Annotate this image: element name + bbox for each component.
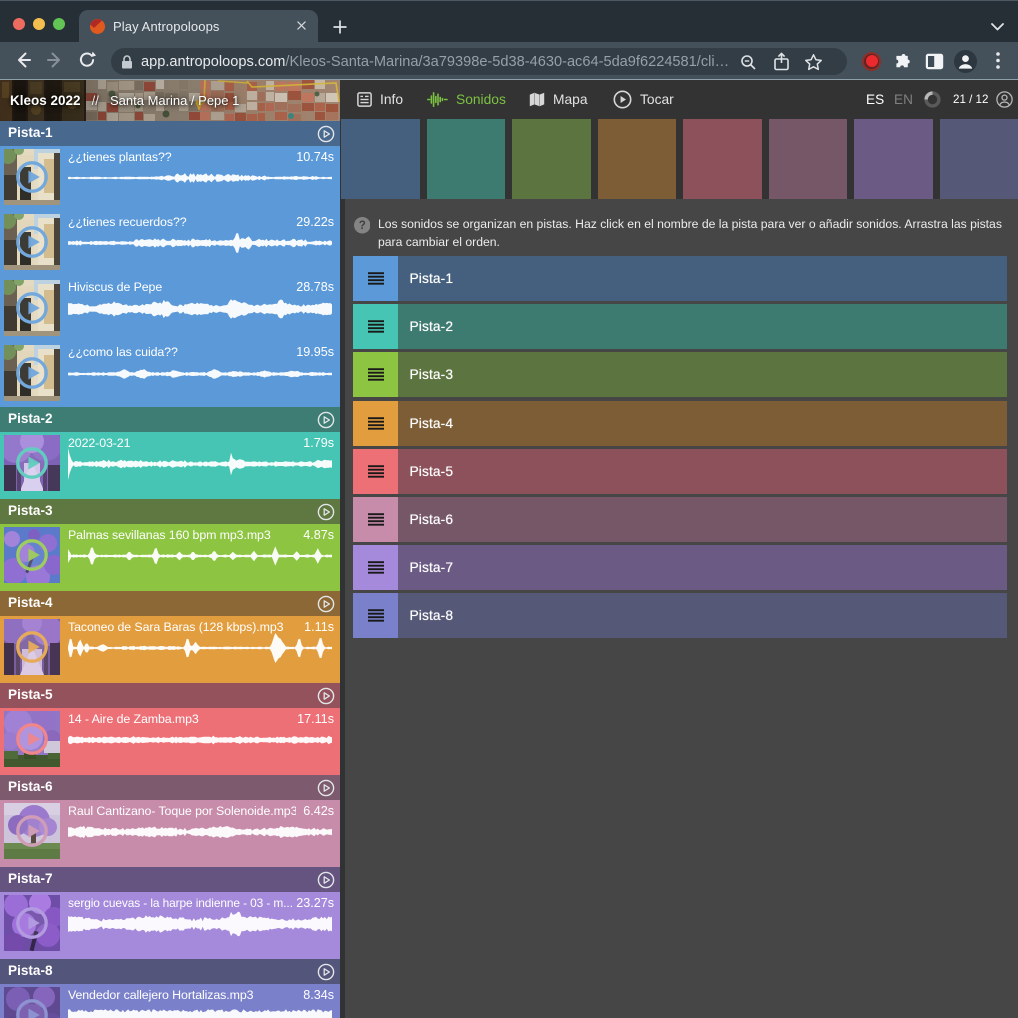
svg-text:?: ? [358, 220, 365, 232]
